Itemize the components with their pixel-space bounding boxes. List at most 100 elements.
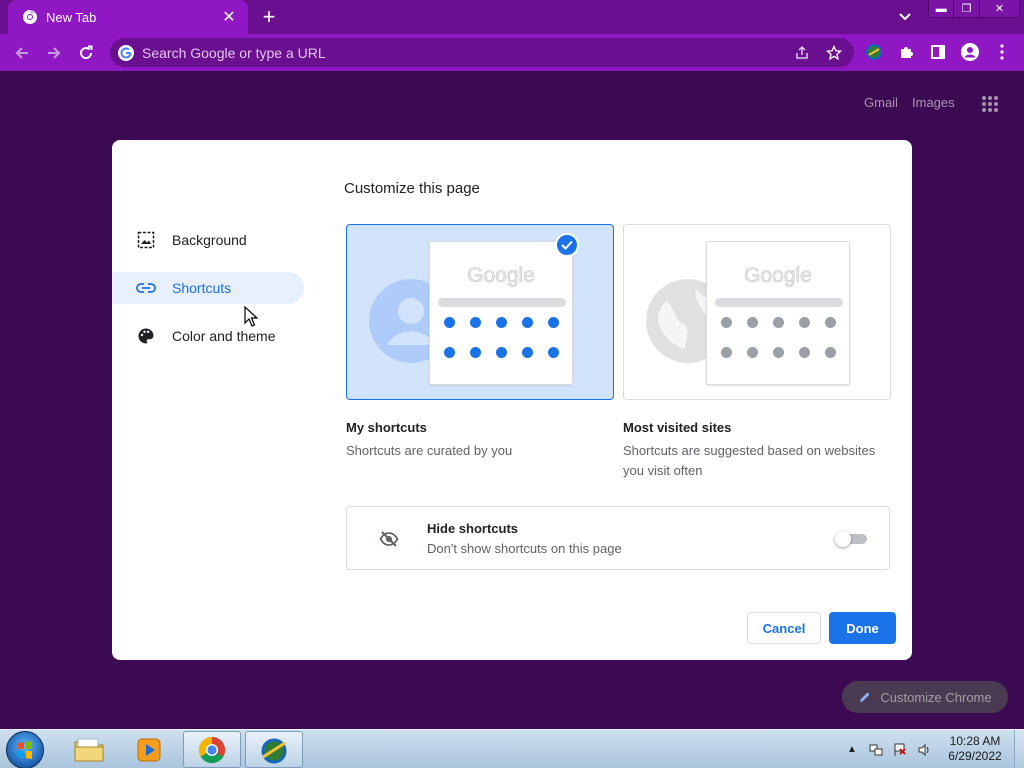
sidebar-item-color-and-theme[interactable]: Color and theme: [112, 320, 304, 352]
windows-logo-icon: [18, 741, 32, 759]
shortcut-dot: [496, 347, 507, 358]
selected-check-icon: [555, 233, 579, 257]
visibility-off-icon: [379, 531, 399, 547]
sidebar-item-label: Background: [172, 232, 247, 248]
back-arrow-icon[interactable]: [9, 40, 35, 66]
shortcut-dot: [773, 317, 784, 328]
taskbar-clock[interactable]: 10:28 AM 6/29/2022: [940, 734, 1010, 764]
chrome-menu-kebab-icon[interactable]: [992, 42, 1012, 62]
images-link[interactable]: Images: [912, 95, 955, 110]
taskbar-chrome[interactable]: [183, 731, 241, 768]
shortcut-dot: [799, 347, 810, 358]
done-button[interactable]: Done: [829, 612, 896, 644]
image-icon: [136, 230, 156, 250]
most-visited-description: Shortcuts are suggested based on website…: [623, 443, 876, 478]
shortcut-dot: [747, 347, 758, 358]
my-shortcuts-label: My shortcuts: [346, 420, 427, 435]
restore-button[interactable]: ❐: [954, 0, 980, 17]
clock-time: 10:28 AM: [949, 734, 1001, 748]
tab-title: New Tab: [46, 9, 97, 25]
tab-close-icon[interactable]: ✕: [220, 8, 238, 26]
customize-dialog: Customize this page Background Shortcuts…: [112, 140, 912, 660]
chrome-favicon-icon: [23, 9, 37, 24]
most-visited-preview: Google: [706, 241, 850, 385]
sidebar-item-shortcuts[interactable]: Shortcuts: [112, 272, 304, 304]
action-center-flag-icon[interactable]: [892, 742, 908, 758]
network-icon[interactable]: [868, 742, 884, 758]
windows-taskbar: ▲ 10:28 AM 6/29/2022: [0, 729, 1024, 768]
my-shortcuts-preview: Google: [429, 241, 573, 385]
shortcut-dot: [522, 317, 533, 328]
tab-search-chevron-icon[interactable]: [895, 8, 915, 26]
shortcut-dot: [522, 347, 533, 358]
shortcut-dot: [721, 347, 732, 358]
shortcut-dot: [470, 317, 481, 328]
my-shortcuts-description: Shortcuts are curated by you: [346, 443, 513, 458]
close-window-button[interactable]: ✕: [979, 0, 1019, 17]
folder-icon: [74, 738, 104, 761]
shortcut-dot: [548, 347, 559, 358]
hide-shortcuts-description: Don't show shortcuts on this page: [427, 541, 622, 556]
search-bar-preview: [715, 298, 843, 307]
google-g-icon: [118, 44, 134, 61]
start-button[interactable]: [6, 731, 44, 768]
most-visited-label: Most visited sites: [623, 420, 732, 435]
extension-globe-icon[interactable]: [864, 42, 884, 62]
shortcut-dot: [799, 317, 810, 328]
customize-chrome-label: Customize Chrome: [880, 689, 992, 705]
tab-strip: New Tab ✕ + ▬ ❐ ✕: [0, 0, 1024, 34]
hide-shortcuts-row[interactable]: Hide shortcuts Don't show shortcuts on t…: [346, 506, 890, 570]
most-visited-sites-option[interactable]: Google: [623, 224, 891, 400]
system-tray: ▲: [844, 730, 932, 768]
link-icon: [136, 278, 156, 298]
shortcut-dot: [825, 317, 836, 328]
show-desktop-button[interactable]: [1014, 730, 1024, 768]
extensions-puzzle-icon[interactable]: [896, 42, 916, 62]
taskbar-file-explorer[interactable]: [60, 731, 118, 768]
volume-icon[interactable]: [916, 742, 932, 758]
palette-icon: [136, 326, 156, 346]
chrome-logo-icon: [198, 736, 226, 763]
omnibox-input[interactable]: [142, 44, 762, 61]
mouse-cursor-icon: [244, 306, 258, 327]
taskbar-media-player[interactable]: [120, 731, 178, 768]
sidebar-item-background[interactable]: Background: [112, 224, 304, 256]
search-bar-preview: [438, 298, 566, 307]
profile-avatar-icon[interactable]: [960, 42, 980, 62]
hide-shortcuts-title: Hide shortcuts: [427, 521, 519, 536]
bookmark-star-icon[interactable]: [826, 45, 842, 61]
shortcut-dot: [825, 347, 836, 358]
taskbar-download-manager[interactable]: [245, 731, 303, 768]
share-icon[interactable]: [794, 45, 810, 61]
google-apps-grid-icon[interactable]: [981, 95, 999, 113]
omnibox[interactable]: [110, 38, 854, 67]
clock-date: 6/29/2022: [948, 749, 1002, 763]
forward-arrow-icon[interactable]: [41, 40, 67, 66]
gmail-link[interactable]: Gmail: [864, 95, 898, 110]
my-shortcuts-option[interactable]: Google: [346, 224, 614, 400]
side-panel-icon[interactable]: [928, 42, 948, 62]
google-logo-preview: Google: [467, 264, 535, 288]
cancel-button[interactable]: Cancel: [747, 612, 821, 644]
download-manager-icon: [261, 738, 287, 763]
window-controls: ▬ ❐ ✕: [928, 0, 1020, 18]
show-hidden-icons-arrow-icon[interactable]: ▲: [844, 742, 860, 758]
pencil-icon: [860, 692, 870, 702]
shortcut-dot: [773, 347, 784, 358]
shortcut-dot: [747, 317, 758, 328]
media-player-icon: [137, 738, 161, 761]
new-tab-button[interactable]: +: [258, 4, 280, 29]
tab-new-tab[interactable]: New Tab ✕: [8, 0, 248, 34]
shortcut-dot: [496, 317, 507, 328]
dialog-title: Customize this page: [344, 180, 480, 197]
minimize-button[interactable]: ▬: [929, 0, 955, 17]
sidebar-item-label: Color and theme: [172, 328, 276, 344]
shortcut-dot: [721, 317, 732, 328]
browser-toolbar: [0, 34, 1024, 71]
toggle-knob: [835, 531, 851, 547]
shortcut-dot: [548, 317, 559, 328]
reload-icon[interactable]: [73, 40, 99, 66]
customize-chrome-button[interactable]: Customize Chrome: [842, 681, 1008, 713]
hide-shortcuts-toggle[interactable]: [835, 531, 867, 547]
google-logo-preview: Google: [744, 264, 812, 288]
